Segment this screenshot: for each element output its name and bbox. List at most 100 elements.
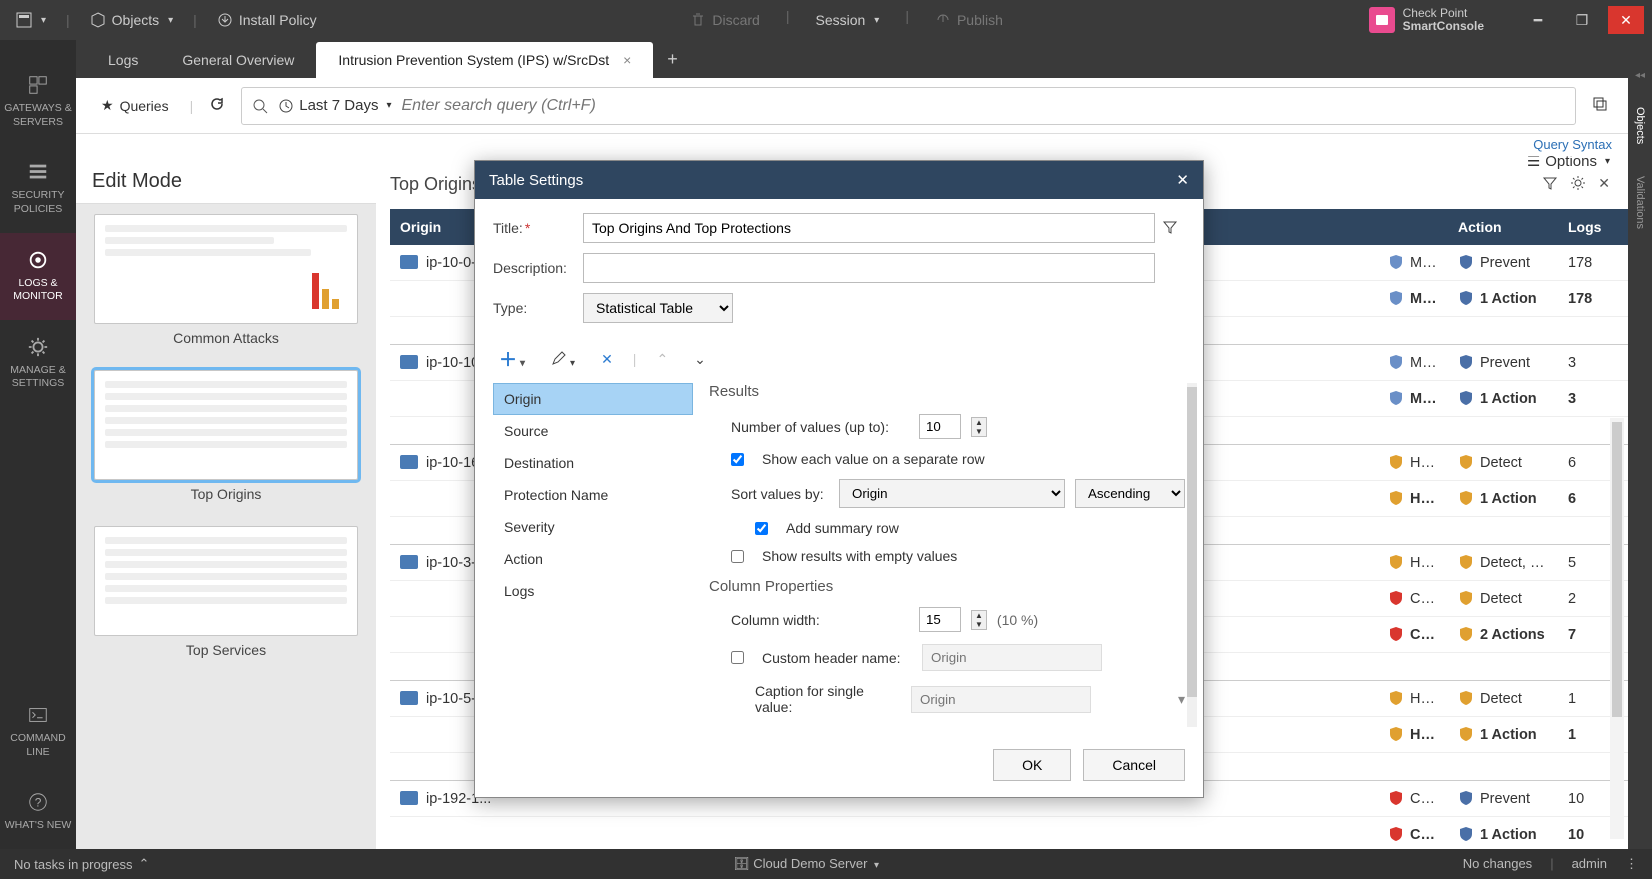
app-menu-icon xyxy=(16,12,32,28)
nav-manage-settings[interactable]: MANAGE & SETTINGS xyxy=(0,320,76,407)
options-button[interactable]: ☰ Options ▾ xyxy=(1527,156,1610,170)
tab-general-overview[interactable]: General Overview xyxy=(160,42,316,78)
add-field-button[interactable]: ＋▾ xyxy=(493,343,531,375)
cancel-button[interactable]: Cancel xyxy=(1083,749,1185,781)
thumbnail-common-attacks[interactable] xyxy=(94,214,358,324)
user-menu-icon[interactable]: ⋮ xyxy=(1625,856,1638,872)
query-syntax-link[interactable]: Query Syntax xyxy=(1533,137,1612,152)
nav-gateways-servers[interactable]: GATEWAYS & SERVERS xyxy=(0,58,76,145)
field-list-item[interactable]: Source xyxy=(493,415,693,447)
objects-menu-button[interactable]: Objects ▾ xyxy=(82,8,182,32)
widget-close-button[interactable]: ✕ xyxy=(1598,175,1610,194)
num-values-spinner[interactable]: ▲▼ xyxy=(971,417,987,437)
trash-icon xyxy=(690,12,706,28)
field-list-item[interactable]: Logs xyxy=(493,575,693,607)
delete-field-button[interactable]: ✕ xyxy=(595,348,619,371)
tab-ips[interactable]: Intrusion Prevention System (IPS) w/SrcD… xyxy=(316,42,653,78)
sort-direction-select[interactable]: Ascending xyxy=(1075,479,1185,508)
col-header-logs[interactable]: Logs xyxy=(1558,219,1628,235)
tab-close-icon[interactable]: × xyxy=(623,52,631,68)
host-icon xyxy=(400,255,418,269)
queries-button[interactable]: ★ Queries xyxy=(90,90,180,121)
col-header-action[interactable]: Action xyxy=(1448,219,1558,235)
widget-filter-button[interactable] xyxy=(1542,175,1558,194)
title-input[interactable] xyxy=(583,213,1155,243)
show-separate-row-checkbox[interactable] xyxy=(731,453,744,466)
thumbnail-top-origins[interactable] xyxy=(94,370,358,480)
field-list-item[interactable]: Origin xyxy=(493,383,693,415)
host-icon xyxy=(400,355,418,369)
nav-command-line[interactable]: COMMAND LINE xyxy=(0,688,76,775)
nav-whats-new[interactable]: ? WHAT'S NEW xyxy=(0,775,76,849)
tab-add-button[interactable]: + xyxy=(653,41,692,78)
changes-status: No changes xyxy=(1463,856,1532,872)
column-width-percent: (10 %) xyxy=(997,612,1038,628)
ok-button[interactable]: OK xyxy=(993,749,1071,781)
rail-handle-icon[interactable]: ◂◂ xyxy=(1635,70,1645,81)
tasks-status[interactable]: No tasks in progress xyxy=(14,857,133,872)
thumbnail-top-services[interactable] xyxy=(94,526,358,636)
refresh-button[interactable] xyxy=(203,90,231,121)
time-range-button[interactable]: Last 7 Days ▾ xyxy=(278,97,391,114)
open-external-button[interactable] xyxy=(1586,90,1614,121)
host-icon xyxy=(400,691,418,705)
sort-field-select[interactable]: Origin xyxy=(839,479,1065,508)
clock-icon xyxy=(278,98,294,114)
column-width-input[interactable] xyxy=(919,607,961,632)
objects-label: Objects xyxy=(112,12,159,28)
description-input[interactable] xyxy=(583,253,1155,283)
server-menu-button[interactable]: ▾ xyxy=(874,860,879,871)
column-width-spinner[interactable]: ▲▼ xyxy=(971,610,987,630)
field-list-item[interactable]: Severity xyxy=(493,511,693,543)
gear-icon xyxy=(27,336,49,358)
right-rail: ◂◂ Objects Validations xyxy=(1628,40,1652,849)
app-menu-button[interactable]: ▾ xyxy=(8,8,54,32)
user-name[interactable]: admin xyxy=(1572,856,1607,872)
thumbnail-label: Top Origins xyxy=(94,486,358,502)
chevron-up-icon[interactable]: ⌃ xyxy=(139,856,150,872)
edit-mode-heading: Edit Mode xyxy=(76,156,376,204)
move-down-button[interactable]: ⌄ xyxy=(688,348,712,371)
widget-settings-button[interactable] xyxy=(1570,175,1586,194)
edit-field-button[interactable]: ▾ xyxy=(545,347,581,372)
window-minimize-button[interactable]: ━ xyxy=(1520,6,1556,34)
filter-icon[interactable] xyxy=(1162,222,1178,238)
rail-tab-validations[interactable]: Validations xyxy=(1634,170,1646,235)
field-list-item[interactable]: Protection Name xyxy=(493,479,693,511)
table-row[interactable]: Criti...1 Action10 xyxy=(390,817,1628,849)
open-external-icon xyxy=(1592,96,1608,112)
show-empty-checkbox[interactable] xyxy=(731,550,744,563)
dialog-close-button[interactable]: ✕ xyxy=(1176,171,1189,189)
num-values-input[interactable] xyxy=(919,414,961,439)
rail-tab-objects[interactable]: Objects xyxy=(1634,101,1646,150)
edit-mode-panel: Edit Mode Common Attacks Top Origins Top xyxy=(76,156,376,849)
cube-icon xyxy=(90,12,106,28)
search-input[interactable] xyxy=(401,97,1565,115)
field-list-item[interactable]: Destination xyxy=(493,447,693,479)
discard-button[interactable]: Discard xyxy=(682,8,767,32)
svg-text:?: ? xyxy=(35,796,42,810)
tab-bar: Logs General Overview Intrusion Preventi… xyxy=(76,40,1628,78)
move-up-button[interactable]: ⌃ xyxy=(650,348,674,371)
session-label: Session xyxy=(815,12,865,28)
scroll-down-icon[interactable]: ▾ xyxy=(1178,691,1185,708)
column-properties-heading: Column Properties xyxy=(709,578,1185,595)
server-name: Cloud Demo Server xyxy=(753,856,867,871)
type-select[interactable]: Statistical Table xyxy=(583,293,733,323)
session-menu-button[interactable]: Session ▾ xyxy=(807,8,887,32)
results-scrollbar[interactable] xyxy=(1187,383,1197,727)
nav-logs-monitor[interactable]: LOGS & MONITOR xyxy=(0,233,76,320)
window-restore-button[interactable]: ❐ xyxy=(1564,6,1600,34)
window-close-button[interactable]: ✕ xyxy=(1608,6,1644,34)
install-policy-label: Install Policy xyxy=(239,12,317,28)
field-list-item[interactable]: Action xyxy=(493,543,693,575)
nav-security-policies[interactable]: SECURITY POLICIES xyxy=(0,145,76,232)
monitor-icon xyxy=(27,249,49,271)
add-summary-checkbox[interactable] xyxy=(755,522,768,535)
tab-logs[interactable]: Logs xyxy=(86,42,160,78)
custom-header-checkbox[interactable] xyxy=(731,651,744,664)
publish-button[interactable]: Publish xyxy=(927,8,1011,32)
field-toolbar: ＋▾ ▾ ✕ | ⌃ ⌄ xyxy=(493,333,1185,383)
table-scrollbar[interactable] xyxy=(1610,418,1624,839)
install-policy-button[interactable]: Install Policy xyxy=(209,8,325,32)
